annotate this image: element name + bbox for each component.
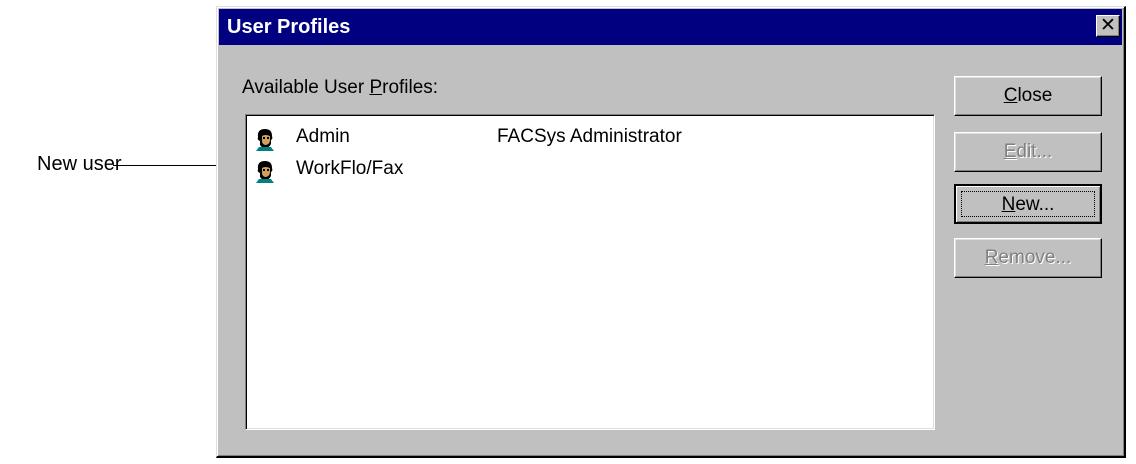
callout-label: New user (37, 153, 122, 175)
list-item[interactable]: WorkFlo/Fax (254, 157, 914, 183)
remove-button[interactable]: Remove... (954, 238, 1102, 278)
user-head-icon (256, 161, 274, 183)
user-head-icon (256, 129, 274, 151)
close-icon: ✕ (1100, 15, 1116, 36)
focus-rect: New... (961, 191, 1095, 217)
close-button[interactable]: Close (954, 76, 1102, 116)
available-profiles-label: Available User Profiles: (242, 77, 439, 98)
title-bar: User Profiles ✕ (219, 9, 1122, 45)
new-button[interactable]: New... (954, 184, 1102, 224)
user-profiles-dialog: User Profiles ✕ Available User Profiles:… (216, 6, 1126, 458)
edit-button[interactable]: Edit... (954, 132, 1102, 172)
profile-name: Admin (296, 126, 350, 147)
dialog-title: User Profiles (227, 16, 351, 38)
callout-line (113, 165, 233, 166)
close-window-button[interactable]: ✕ (1096, 15, 1120, 37)
profiles-listbox[interactable]: Admin FACSys Administrator WorkFlo/Fax (245, 114, 935, 430)
profile-description: FACSys Administrator (497, 126, 682, 147)
list-item[interactable]: Admin FACSys Administrator (254, 125, 914, 151)
profile-name: WorkFlo/Fax (296, 158, 404, 179)
